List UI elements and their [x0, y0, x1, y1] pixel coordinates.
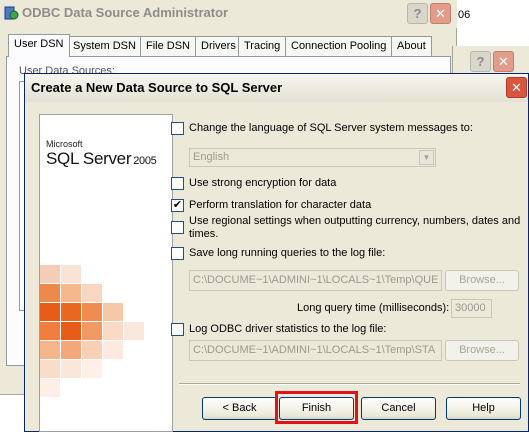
banner-product-name: SQL Server [46, 149, 132, 168]
language-select-value: English [193, 151, 230, 163]
checkmark-icon: ✔ [172, 199, 183, 211]
odbc-admin-title: ODBC Data Source Administrator [22, 5, 229, 20]
back-button[interactable]: < Back [202, 397, 277, 420]
banner-version: 2005 [133, 155, 157, 167]
tab-about[interactable]: About [391, 36, 432, 56]
stats-log-path-field[interactable]: C:\DOCUME~1\ADMINI~1\LOCALS~1\Temp\STA [189, 340, 442, 361]
character-translation-label: Perform translation for character data [189, 199, 372, 211]
character-translation-checkbox[interactable]: ✔ [171, 199, 184, 212]
dialog-titlebar: Create a New Data Source to SQL Server ✕ [25, 74, 528, 102]
regional-settings-label-line1: Use regional settings when outputting cu… [189, 215, 521, 227]
close-icon: ✕ [498, 53, 509, 69]
finish-highlight-box [275, 391, 358, 424]
change-language-label: Change the language of SQL Server system… [189, 122, 473, 134]
dialog-close-button[interactable]: ✕ [506, 77, 527, 98]
odbc-help-button[interactable]: ? [407, 3, 428, 24]
help-icon: ? [413, 6, 422, 21]
change-language-checkbox[interactable] [171, 122, 184, 135]
banner-microsoft-text: Microsoft [46, 139, 83, 149]
odbc-close-button[interactable]: ✕ [430, 3, 451, 24]
save-long-queries-label: Save long running queries to the log fil… [189, 247, 386, 259]
middle-close-button[interactable]: ✕ [493, 51, 514, 72]
strong-encryption-label: Use strong encryption for data [189, 177, 337, 189]
log-driver-stats-checkbox[interactable] [171, 323, 184, 336]
banner-orange-squares-graphic [40, 265, 144, 397]
help-icon: ? [476, 54, 485, 69]
chevron-down-icon[interactable]: ▼ [419, 150, 434, 165]
button-separator [179, 383, 520, 385]
odbc-app-icon [4, 6, 19, 20]
close-icon: ✕ [435, 5, 446, 21]
long-query-time-field[interactable]: 30000 [451, 299, 492, 318]
sql-server-banner: Microsoft SQL Server 2005 [39, 114, 173, 432]
query-log-browse-button[interactable]: Browse... [445, 270, 519, 291]
language-select[interactable]: English ▼ [189, 148, 436, 167]
help-button[interactable]: Help [446, 397, 521, 420]
strong-encryption-checkbox[interactable] [171, 177, 184, 190]
tab-tracing[interactable]: Tracing [238, 36, 287, 56]
tab-user-dsn[interactable]: User DSN [8, 34, 70, 57]
tab-connection-pooling[interactable]: Connection Pooling [285, 36, 393, 56]
close-icon: ✕ [511, 79, 522, 95]
query-log-path-field[interactable]: C:\DOCUME~1\ADMINI~1\LOCALS~1\Temp\QUE [189, 270, 442, 291]
regional-settings-checkbox[interactable] [171, 221, 184, 234]
background-peek-text: 06 [458, 9, 471, 21]
middle-help-button[interactable]: ? [470, 51, 491, 72]
dialog-title: Create a New Data Source to SQL Server [31, 80, 283, 95]
banner-product-text: SQL Server 2005 [46, 149, 157, 169]
stats-log-browse-button[interactable]: Browse... [445, 340, 519, 361]
cancel-button[interactable]: Cancel [361, 397, 436, 420]
tab-drivers[interactable]: Drivers [195, 36, 242, 56]
log-driver-stats-label: Log ODBC driver statistics to the log fi… [189, 323, 387, 335]
long-query-time-label: Long query time (milliseconds): [297, 302, 450, 314]
tab-system-dsn[interactable]: System DSN [67, 36, 142, 56]
regional-settings-label-line2: times. [189, 228, 219, 240]
odbc-admin-titlebar: ODBC Data Source Administrator ? ✕ [0, 0, 457, 28]
create-data-source-dialog: Create a New Data Source to SQL Server ✕… [24, 73, 529, 432]
tab-file-dsn[interactable]: File DSN [140, 36, 197, 56]
save-long-queries-checkbox[interactable] [171, 247, 184, 260]
